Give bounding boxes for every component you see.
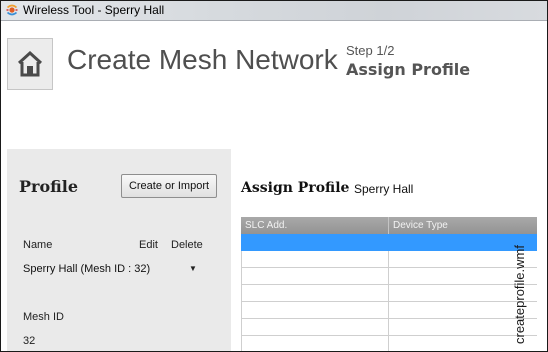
app-icon: [6, 4, 18, 16]
cell-divider: [388, 285, 389, 302]
step-name: Assign Profile: [346, 60, 471, 79]
home-button[interactable]: [7, 38, 53, 90]
profile-dropdown-value: Sperry Hall (Mesh ID : 32): [23, 263, 151, 275]
create-or-import-button[interactable]: Create or Import: [121, 174, 217, 198]
grid-header: SLC Add. Device Type: [241, 217, 537, 234]
column-divider: [388, 217, 389, 234]
assign-profile-label: Assign Profile: [241, 180, 350, 196]
name-column-header: Name: [23, 239, 53, 251]
cell-divider: [388, 319, 389, 336]
device-grid[interactable]: SLC Add. Device Type: [241, 217, 537, 351]
cell-divider: [388, 268, 389, 285]
step-number: Step 1/2: [346, 43, 395, 58]
edit-column-header: Edit: [139, 239, 158, 251]
profile-heading: Profile: [19, 177, 79, 196]
dropdown-arrow-icon[interactable]: ▼: [189, 259, 197, 279]
table-row[interactable]: [241, 302, 537, 319]
assign-profile-building: Sperry Hall: [354, 182, 414, 196]
table-row-selected[interactable]: [241, 234, 537, 251]
home-icon: [17, 51, 43, 77]
device-type-column-header[interactable]: Device Type: [393, 217, 448, 234]
app-window: Wireless Tool - Sperry Hall Create Mesh …: [0, 0, 548, 352]
profile-panel: Profile Create or Import Name Edit Delet…: [7, 149, 231, 351]
cell-divider: [388, 302, 389, 319]
table-row[interactable]: [241, 268, 537, 285]
delete-column-header: Delete: [171, 239, 203, 251]
cell-divider: [388, 336, 389, 351]
slc-address-column-header[interactable]: SLC Add.: [245, 217, 287, 234]
cell-divider: [388, 234, 389, 251]
mesh-id-value: 32: [23, 335, 36, 347]
table-row[interactable]: [241, 285, 537, 302]
table-row[interactable]: [241, 319, 537, 336]
table-row[interactable]: [241, 251, 537, 268]
mesh-id-label: Mesh ID: [23, 311, 64, 323]
profile-dropdown[interactable]: Sperry Hall (Mesh ID : 32) ▼: [23, 259, 211, 279]
figure-filename-caption: createprofile.wmf: [512, 245, 527, 344]
cell-divider: [388, 251, 389, 268]
window-title: Wireless Tool - Sperry Hall: [23, 3, 165, 17]
title-bar[interactable]: Wireless Tool - Sperry Hall: [1, 1, 547, 21]
table-row[interactable]: [241, 336, 537, 351]
page-title: Create Mesh Network: [67, 44, 338, 75]
